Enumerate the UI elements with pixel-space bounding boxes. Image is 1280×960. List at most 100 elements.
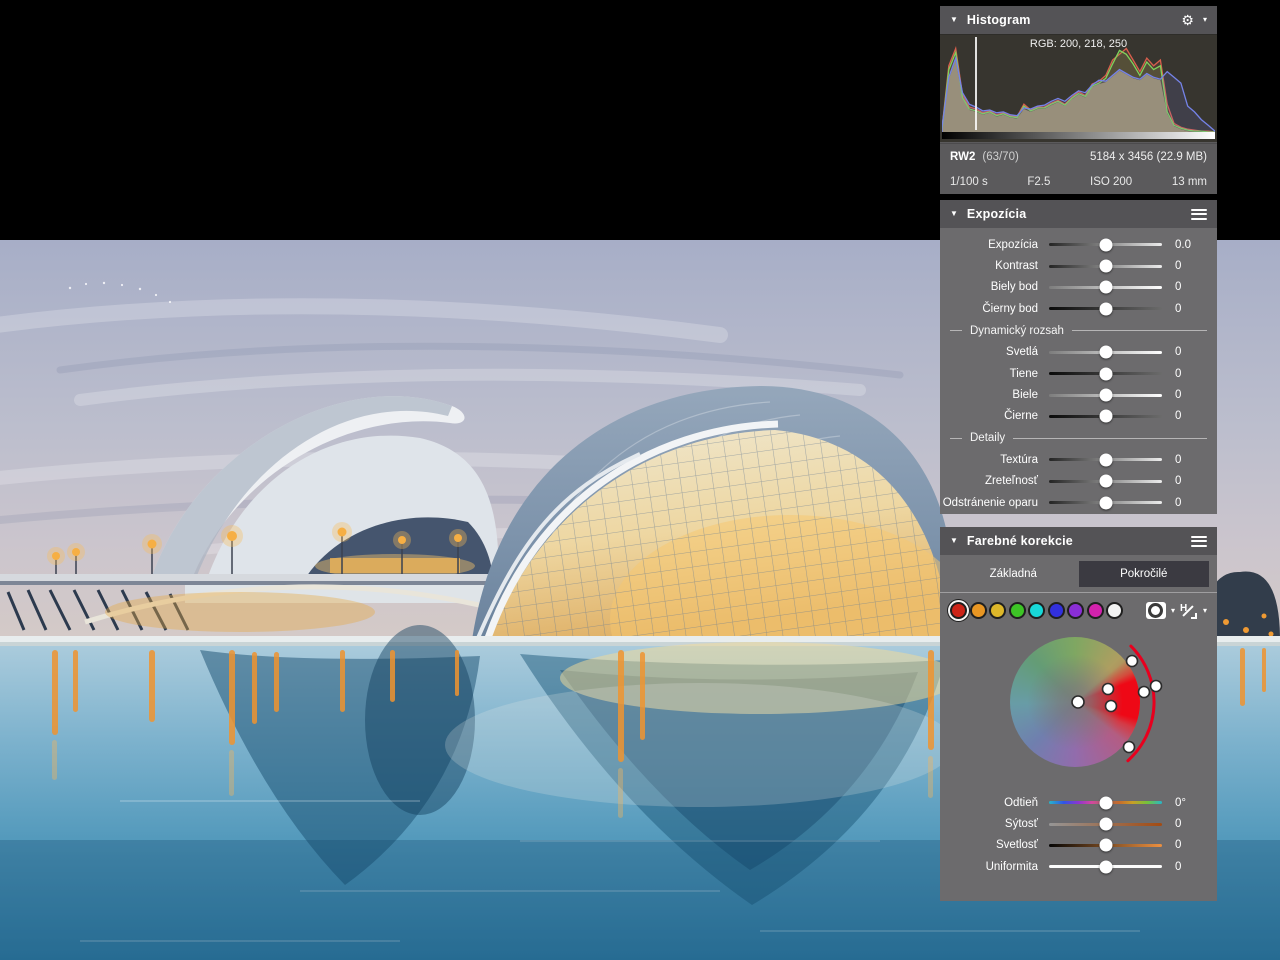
slider-label: Expozícia <box>940 239 1038 251</box>
slider-row-odtien: Odtieň0° <box>940 792 1217 813</box>
slider-row-cierny-bod: Čierny bod0 <box>940 298 1217 319</box>
slider-track-cierny-bod[interactable] <box>1049 307 1162 310</box>
hue-color-wheel[interactable] <box>1010 637 1140 767</box>
exposure-panel: ▼ Expozícia Expozícia 0.0 Kontrast 0 Biely b… <box>940 200 1217 514</box>
slider-value: 0 <box>1175 368 1207 380</box>
exif-shutter: 1/100 s <box>950 176 988 188</box>
exposure-header: ▼ Expozícia <box>940 200 1217 228</box>
chevron-down-icon[interactable]: ▾ <box>1171 606 1175 615</box>
panel-title: Histogram <box>967 13 1031 27</box>
swatch-red[interactable] <box>950 602 967 619</box>
file-index: (63/70) <box>982 151 1018 163</box>
tone-gradient-strip <box>942 132 1215 139</box>
swatch-orange[interactable] <box>970 602 987 619</box>
collapse-icon[interactable]: ▼ <box>950 210 958 218</box>
slider-label: Svetlosť <box>940 839 1038 851</box>
slider-value: 0 <box>1175 410 1207 422</box>
color-tabs: Základná Pokročilé <box>948 561 1209 587</box>
wheel-handle[interactable] <box>1127 656 1138 667</box>
slider-label: Textúra <box>940 454 1038 466</box>
slider-label: Čierny bod <box>940 303 1038 315</box>
slider-row-zretelnost: Zreteľnosť 0 <box>940 471 1217 492</box>
slider-handle[interactable] <box>1099 389 1112 402</box>
tab-advanced[interactable]: Pokročilé <box>1079 561 1210 587</box>
slider-track-biele[interactable] <box>1049 394 1162 397</box>
collapse-icon[interactable]: ▼ <box>950 16 958 24</box>
app-window: ▼ Histogram ⚙ ▾ RGB: 200, 218, 250 RW2 (… <box>0 0 1280 960</box>
slider-value: 0 <box>1175 389 1207 401</box>
menu-icon[interactable] <box>1191 209 1207 220</box>
slider-track-uniformita[interactable] <box>1049 865 1162 868</box>
group-divider-detaily: Detaily <box>940 427 1217 449</box>
slider-track-zretelnost[interactable] <box>1049 480 1162 483</box>
slider-track-sytost[interactable] <box>1049 823 1162 826</box>
slider-track-svetla[interactable] <box>1049 351 1162 354</box>
slider-value: 0 <box>1175 861 1207 873</box>
targeted-adjustment-icon[interactable]: H <box>1180 603 1198 619</box>
slider-label: Odstránenie oparu <box>940 497 1038 509</box>
slider-handle[interactable] <box>1099 860 1112 873</box>
slider-track-textura[interactable] <box>1049 458 1162 461</box>
wheel-handle[interactable] <box>1106 701 1117 712</box>
slider-handle[interactable] <box>1099 839 1112 852</box>
color-sliders: Odtieň0°Sýtosť0Svetlosť0Uniformita0 <box>940 792 1217 878</box>
slider-handle[interactable] <box>1099 260 1112 273</box>
slider-label: Zreteľnosť <box>940 475 1038 487</box>
slider-handle[interactable] <box>1099 302 1112 315</box>
slider-value: 0 <box>1175 497 1207 509</box>
file-info-row: RW2 (63/70) 5184 x 3456 (22.9 MB) <box>940 143 1217 169</box>
panel-title: Expozícia <box>967 207 1026 221</box>
wheel-handle[interactable] <box>1103 684 1114 695</box>
slider-track-biely-bod[interactable] <box>1049 286 1162 289</box>
slider-handle[interactable] <box>1099 475 1112 488</box>
slider-handle[interactable] <box>1099 453 1112 466</box>
chevron-down-icon[interactable]: ▾ <box>1203 16 1207 24</box>
collapse-icon[interactable]: ▼ <box>950 537 958 545</box>
slider-label: Svetlá <box>940 346 1038 358</box>
slider-row-svetla: Svetlá0 <box>940 342 1217 363</box>
slider-label: Kontrast <box>940 260 1038 272</box>
slider-handle[interactable] <box>1099 496 1112 509</box>
slider-row-odstranenie-oparu: Odstránenie oparu 0 <box>940 492 1217 513</box>
slider-row-tiene: Tiene0 <box>940 363 1217 384</box>
menu-icon[interactable] <box>1191 536 1207 547</box>
slider-track-odstranenie-oparu[interactable] <box>1049 501 1162 504</box>
slider-handle[interactable] <box>1099 818 1112 831</box>
slider-handle[interactable] <box>1099 410 1112 423</box>
slider-handle[interactable] <box>1099 281 1112 294</box>
rgb-readout: RGB: 200, 218, 250 <box>940 38 1217 50</box>
chevron-down-icon[interactable]: ▾ <box>1203 606 1207 615</box>
slider-value: 0 <box>1175 260 1207 272</box>
slider-value: 0 <box>1175 839 1207 851</box>
slider-row-biele: Biele0 <box>940 384 1217 405</box>
slider-track-svetlost[interactable] <box>1049 844 1162 847</box>
slider-handle[interactable] <box>1099 346 1112 359</box>
slider-track-odtien[interactable] <box>1049 801 1162 804</box>
wheel-handle[interactable] <box>1124 742 1135 753</box>
slider-handle[interactable] <box>1099 238 1112 251</box>
wheel-handle[interactable] <box>1151 681 1162 692</box>
slider-label: Odtieň <box>940 797 1038 809</box>
slider-track-cierne[interactable] <box>1049 415 1162 418</box>
slider-handle[interactable] <box>1099 367 1112 380</box>
slider-value: 0.0 <box>1175 239 1207 251</box>
slider-label: Biely bod <box>940 281 1038 293</box>
slider-handle[interactable] <box>1099 796 1112 809</box>
slider-track-expozicia[interactable] <box>1049 243 1162 246</box>
exif-iso: ISO 200 <box>1090 176 1132 188</box>
wheel-center-handle[interactable] <box>1072 696 1084 708</box>
slider-value: 0 <box>1175 475 1207 487</box>
wheel-handle[interactable] <box>1139 687 1150 698</box>
slider-track-tiene[interactable] <box>1049 372 1162 375</box>
slider-row-sytost: Sýtosť0 <box>940 813 1217 834</box>
slider-row-kontrast: Kontrast 0 <box>940 255 1217 276</box>
slider-track-kontrast[interactable] <box>1049 265 1162 268</box>
group-divider-dynamicky-rozsah: Dynamický rozsah <box>940 320 1217 342</box>
histogram-header: ▼ Histogram ⚙ ▾ <box>940 6 1217 34</box>
tab-basic[interactable]: Základná <box>948 561 1079 587</box>
exif-aperture: F2.5 <box>1027 176 1050 188</box>
gear-icon[interactable]: ⚙ <box>1181 13 1194 27</box>
slider-row-textura: Textúra0 <box>940 449 1217 470</box>
slider-label: Čierne <box>940 410 1038 422</box>
exif-focal: 13 mm <box>1172 176 1207 188</box>
